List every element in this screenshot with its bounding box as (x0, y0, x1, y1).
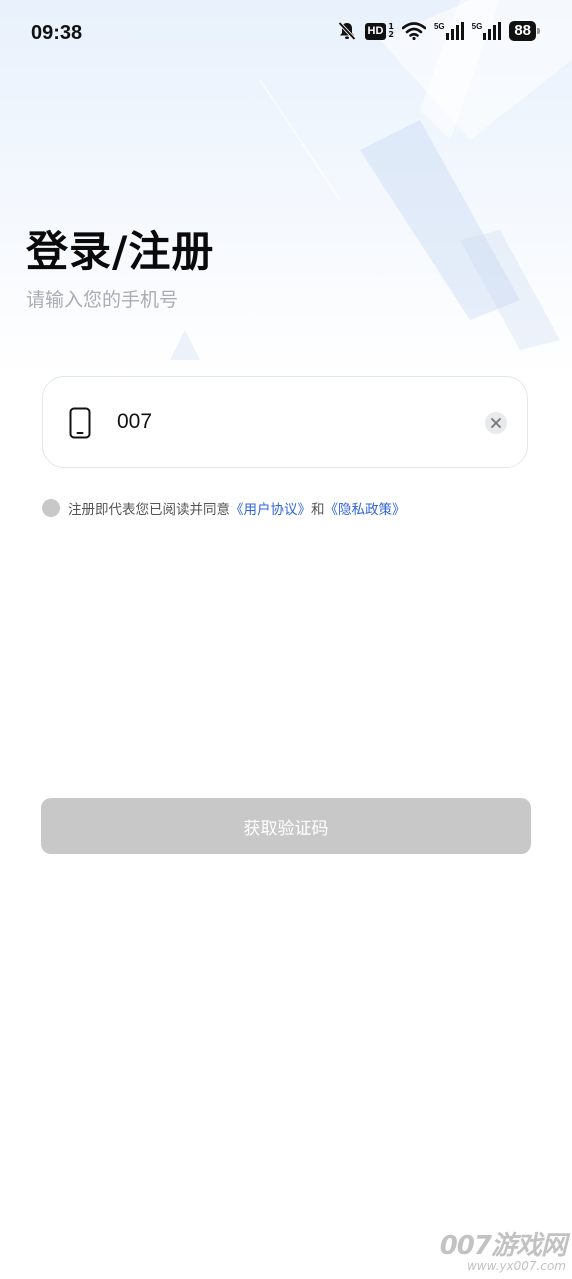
hd-indicator: HD 1 2 (364, 22, 394, 40)
network-type-label: 5G (433, 22, 445, 31)
network-type-label: 5G (471, 22, 483, 31)
signal-icon (483, 22, 502, 40)
agreement-and-text: 和 (311, 502, 325, 518)
signal-icon (445, 22, 464, 40)
wifi-icon (401, 22, 426, 40)
status-icons: HD 1 2 5G 5G 88 (337, 21, 540, 41)
page-title: 登录/注册 (26, 227, 215, 276)
agreement-row: 注册即代表您已阅读并同意 《用户协议》 和 《隐私政策》 (42, 498, 406, 518)
watermark: 007游戏网 www.yx007.com (439, 1231, 567, 1273)
agreement-checkbox[interactable] (42, 499, 60, 517)
signal-indicator-2: 5G (472, 22, 502, 40)
hd-sup-bottom: 2 (388, 30, 394, 39)
battery-indicator: 88 (509, 21, 540, 41)
hd-badge: HD (364, 22, 387, 40)
clear-icon[interactable] (485, 412, 507, 434)
user-agreement-link[interactable]: 《用户协议》 (230, 498, 311, 518)
status-bar: 09:38 HD 1 2 5G 5G 88 (0, 0, 572, 68)
page-subtitle: 请输入您的手机号 (26, 289, 179, 311)
phone-input-box[interactable] (42, 376, 528, 468)
agreement-text: 注册即代表您已阅读并同意 (68, 502, 230, 518)
phone-icon (69, 407, 91, 443)
status-time: 09:38 (31, 22, 83, 44)
phone-number-field[interactable] (117, 410, 457, 434)
watermark-url: www.yx007.com (466, 1259, 566, 1273)
privacy-policy-link[interactable]: 《隐私政策》 (325, 498, 406, 518)
signal-indicator-1: 5G (434, 22, 464, 40)
get-verification-code-button[interactable]: 获取验证码 (41, 798, 531, 854)
watermark-title: 007游戏网 (439, 1231, 567, 1261)
bell-off-icon (337, 21, 357, 41)
